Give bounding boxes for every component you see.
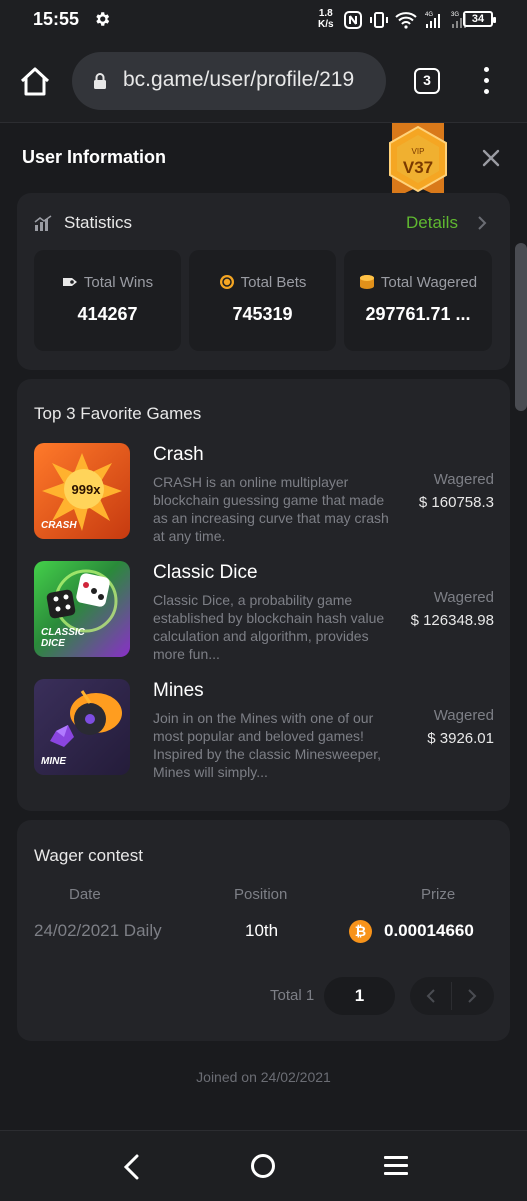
bitcoin-icon: ₿ (349, 920, 372, 943)
back-icon[interactable] (122, 1154, 140, 1180)
wifi-icon (395, 12, 417, 29)
url-text: bc.game/user/profile/219 (123, 68, 355, 91)
statistics-card: Statistics Details Total Wins 414267 Tot… (17, 193, 510, 370)
thumb-label: CRASH (41, 520, 77, 531)
current-page[interactable]: 1 (324, 977, 395, 1015)
chevron-right-icon[interactable] (467, 989, 477, 1003)
gear-icon (96, 12, 110, 26)
game-name: Crash (153, 444, 204, 465)
column-header-prize: Prize (421, 886, 456, 903)
game-description: CRASH is an online multiplayer blockchai… (153, 474, 389, 544)
statistics-title: Statistics (64, 213, 133, 232)
stat-value: 414267 (77, 304, 138, 324)
wagered-label: Wagered (433, 589, 494, 606)
chevron-left-icon[interactable] (426, 989, 436, 1003)
battery-indicator: 34 (463, 11, 496, 27)
scrollbar[interactable] (515, 243, 527, 411)
row-position: 10th (245, 921, 279, 940)
lock-icon (94, 73, 106, 89)
crash-thumbnail: 999x CRASH (34, 443, 130, 539)
recents-icon[interactable] (384, 1156, 408, 1176)
statistics-icon (34, 215, 52, 231)
row-prize: 0.00014660 (384, 921, 474, 940)
crash-badge: 999x (72, 482, 102, 497)
stat-value: 745319 (232, 304, 293, 324)
home-icon[interactable] (18, 65, 52, 99)
wager-contest-card: Wager contest Date Position Prize 24/02/… (17, 820, 510, 1041)
thumb-label: CLASSIC DICE (41, 627, 85, 649)
wagered-label: Wagered (433, 471, 494, 488)
wagered-value: $ 160758.3 (418, 494, 494, 511)
home-circle-icon[interactable] (251, 1154, 275, 1178)
address-bar[interactable]: bc.game/user/profile/219 (72, 52, 386, 110)
total-count: Total 1 (270, 987, 315, 1004)
wagered-label: Wagered (433, 707, 494, 724)
game-description: Classic Dice, a probability game establi… (153, 592, 385, 662)
bets-icon (219, 274, 235, 290)
network-speed: 1.8 K/s (318, 8, 334, 30)
stat-total-wins: Total Wins 414267 (34, 250, 181, 351)
favorite-games-card: Top 3 Favorite Games 999x CRASH Crash CR… (17, 379, 510, 811)
game-name: Classic Dice (153, 562, 258, 583)
vip-level: V37 (403, 158, 433, 177)
status-bar: 15:55 1.8 K/s 4G 3G 34 (0, 0, 527, 40)
stat-total-bets: Total Bets 745319 (189, 250, 336, 351)
user-info-modal: User Information VIP V37 Statistics Deta… (0, 123, 527, 1130)
more-vert-icon[interactable] (478, 67, 494, 97)
system-nav-bar (0, 1130, 527, 1201)
pagination (410, 977, 494, 1015)
signal-4g-icon: 4G (425, 12, 440, 28)
modal-title: User Information (22, 147, 167, 167)
vip-label: VIP (412, 147, 425, 156)
game-name: Mines (153, 680, 204, 701)
svg-text:4G: 4G (425, 12, 433, 18)
column-header-position: Position (234, 886, 288, 903)
game-item-crash[interactable]: 999x CRASH Crash CRASH is an online mult… (34, 443, 494, 544)
stat-total-wagered: Total Wagered 297761.71 ... (344, 250, 492, 351)
svg-text:3G: 3G (451, 12, 459, 18)
joined-date: Joined on 24/02/2021 (196, 1069, 331, 1085)
favorite-games-title: Top 3 Favorite Games (34, 404, 202, 423)
column-header-date: Date (69, 886, 101, 903)
wins-icon (62, 274, 78, 290)
stat-value: 297761.71 ... (365, 304, 471, 324)
status-time: 15:55 (33, 9, 80, 29)
tab-switcher-button[interactable]: 3 (414, 68, 440, 94)
wager-contest-title: Wager contest (34, 846, 143, 865)
browser-toolbar: bc.game/user/profile/219 3 (0, 40, 527, 123)
coins-stack-icon (359, 274, 375, 290)
nfc-icon (344, 11, 362, 29)
row-date: 24/02/2021 Daily (34, 921, 162, 940)
game-item-mines[interactable]: MINE Mines Join in on the Mines with one… (34, 679, 494, 780)
classic-dice-thumbnail: CLASSIC DICE (34, 561, 130, 657)
wagered-value: $ 3926.01 (427, 730, 494, 747)
vibrate-icon (370, 12, 388, 28)
mines-thumbnail: MINE (34, 679, 130, 775)
chevron-right-icon[interactable] (477, 215, 487, 231)
close-icon[interactable] (481, 148, 501, 168)
details-link[interactable]: Details (406, 213, 458, 233)
game-description: Join in on the Mines with one of our mos… (153, 710, 381, 780)
thumb-label: MINE (41, 756, 66, 767)
game-item-classic-dice[interactable]: CLASSIC DICE Classic Dice Classic Dice, … (34, 561, 494, 662)
wagered-value: $ 126348.98 (410, 612, 494, 629)
